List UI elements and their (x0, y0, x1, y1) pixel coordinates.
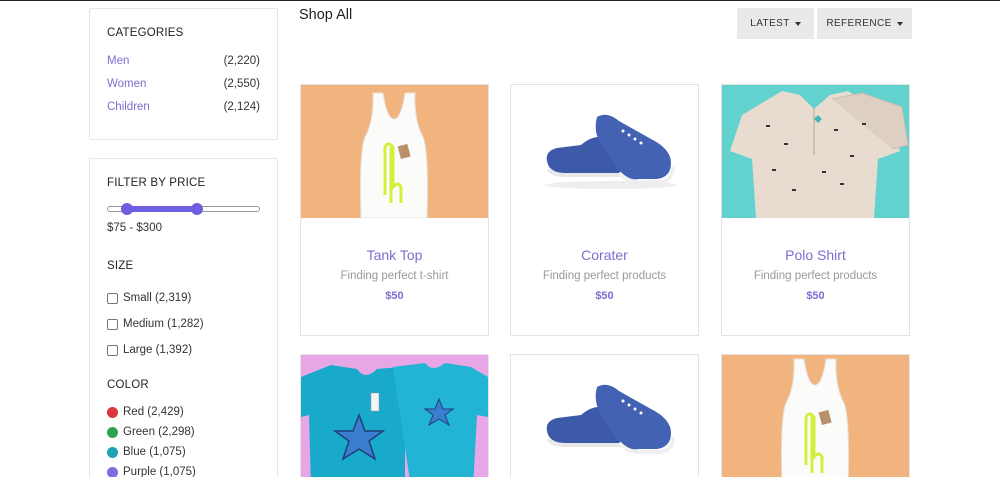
blue-swatch-icon (107, 446, 118, 458)
purple-swatch-icon (107, 466, 118, 477)
product-name[interactable]: Corater (511, 247, 698, 263)
blue-tshirt-image[interactable] (301, 355, 488, 477)
category-count: (2,124) (223, 101, 260, 113)
product-info: Corater Finding perfect products $50 (511, 218, 698, 302)
category-list: Men (2,220) Women (2,550) Children (2,12… (107, 53, 260, 122)
product-card-tank-top[interactable]: Tank Top Finding perfect t-shirt $50 (300, 84, 489, 336)
top-border (0, 0, 1000, 1)
price-filter-title: FILTER BY PRICE (107, 177, 206, 189)
size-option-small[interactable]: Small (2,319) (107, 285, 260, 311)
product-description: Finding perfect products (753, 270, 878, 282)
green-swatch-icon (107, 426, 118, 438)
size-option-large[interactable]: Large (1,392) (107, 337, 260, 363)
size-title: SIZE (107, 260, 134, 272)
color-label: Green (2,298) (123, 426, 195, 438)
color-label: Red (2,429) (123, 406, 184, 418)
size-option-medium[interactable]: Medium (1,282) (107, 311, 260, 337)
product-card-sneaker[interactable] (510, 354, 699, 477)
color-label: Blue (1,075) (123, 446, 186, 458)
price-range-slider[interactable] (107, 203, 260, 215)
category-name[interactable]: Children (107, 99, 150, 122)
product-price: $50 (806, 290, 825, 302)
category-name[interactable]: Men (107, 53, 129, 76)
categories-panel: CATEGORIES Men (2,220) Women (2,550) Chi… (89, 8, 278, 140)
slider-max-handle[interactable] (191, 203, 204, 215)
color-option-red[interactable]: Red (2,429) (107, 402, 260, 422)
size-list: Small (2,319) Medium (1,282) Large (1,39… (107, 285, 260, 363)
small-checkbox[interactable] (107, 292, 118, 304)
sort-reference-label: REFERENCE (826, 18, 892, 29)
medium-checkbox[interactable] (107, 318, 118, 330)
color-option-green[interactable]: Green (2,298) (107, 422, 260, 442)
size-label: Medium (1,282) (123, 318, 204, 330)
category-item-men[interactable]: Men (2,220) (107, 53, 260, 76)
color-label: Purple (1,075) (123, 466, 196, 477)
size-label: Large (1,392) (123, 344, 193, 356)
tank-top-image[interactable] (301, 85, 488, 218)
large-checkbox[interactable] (107, 344, 118, 356)
category-item-women[interactable]: Women (2,550) (107, 76, 260, 99)
size-label: Small (2,319) (123, 292, 192, 304)
product-card-polo-shirt[interactable]: Polo Shirt Finding perfect products $50 (721, 84, 910, 336)
category-count: (2,550) (223, 78, 260, 90)
product-name[interactable]: Polo Shirt (722, 247, 909, 263)
product-price: $50 (595, 290, 614, 302)
page-title: Shop All (299, 7, 353, 23)
product-price: $50 (385, 290, 404, 302)
sort-latest-label: LATEST (750, 18, 790, 29)
color-list: Red (2,429) Green (2,298) Blue (1,075) P… (107, 402, 260, 477)
product-description: Finding perfect products (542, 270, 667, 282)
product-card-tank-top-2[interactable] (721, 354, 910, 477)
categories-title: CATEGORIES (107, 27, 184, 39)
sneaker-image[interactable] (511, 85, 698, 218)
product-name[interactable]: Tank Top (301, 247, 488, 263)
product-description: Finding perfect t-shirt (340, 270, 449, 282)
product-info: Tank Top Finding perfect t-shirt $50 (301, 218, 488, 302)
polo-shirt-image[interactable] (722, 85, 909, 218)
color-title: COLOR (107, 379, 149, 391)
sneaker-image[interactable] (511, 355, 698, 477)
slider-selected-range (126, 206, 198, 212)
category-count: (2,220) (223, 55, 260, 67)
sort-latest-button[interactable]: LATEST (737, 8, 814, 39)
tank-top-image[interactable] (722, 355, 909, 477)
caret-down-icon (896, 21, 903, 26)
product-card-blue-tshirt[interactable] (300, 354, 489, 477)
red-swatch-icon (107, 406, 118, 418)
category-name[interactable]: Women (107, 76, 146, 99)
filters-panel: FILTER BY PRICE $75 - $300 SIZE Small (2… (89, 158, 278, 477)
product-card-corater[interactable]: Corater Finding perfect products $50 (510, 84, 699, 336)
category-item-children[interactable]: Children (2,124) (107, 99, 260, 122)
price-range-text: $75 - $300 (107, 222, 162, 234)
color-option-blue[interactable]: Blue (1,075) (107, 442, 260, 462)
color-option-purple[interactable]: Purple (1,075) (107, 462, 260, 477)
caret-down-icon (794, 21, 801, 26)
slider-min-handle[interactable] (120, 203, 133, 215)
sort-reference-button[interactable]: REFERENCE (817, 8, 912, 39)
product-info: Polo Shirt Finding perfect products $50 (722, 218, 909, 302)
